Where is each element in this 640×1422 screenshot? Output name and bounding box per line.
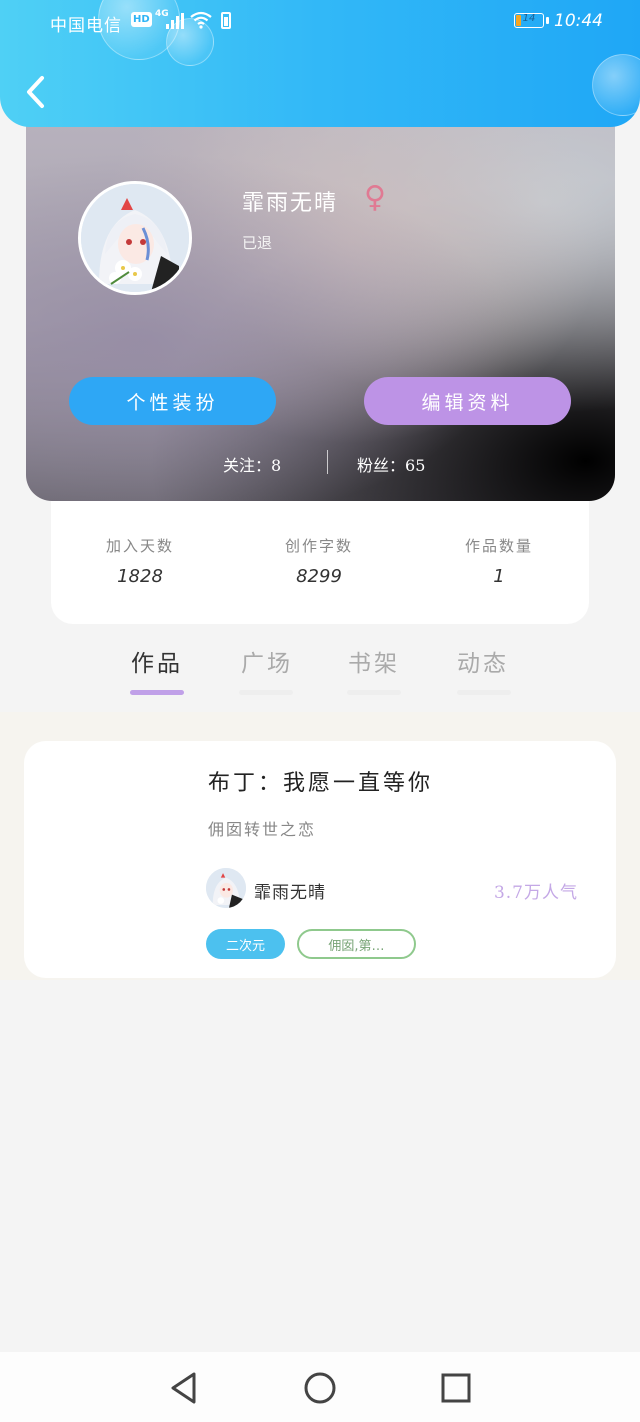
stat-label: 创作字数 xyxy=(284,537,353,555)
stat-join-days: 加入天数 1828 xyxy=(50,535,230,587)
tab-square[interactable]: 广场 xyxy=(227,644,307,678)
work-title[interactable]: 布丁：我愿一直等你 xyxy=(208,765,433,797)
stat-label: 加入天数 xyxy=(105,537,174,555)
wifi-icon xyxy=(190,11,212,29)
stat-value: 8299 xyxy=(296,566,342,587)
author-avatar[interactable] xyxy=(206,868,246,908)
stat-label: 作品数量 xyxy=(464,537,533,555)
tab-works[interactable]: 作品 xyxy=(117,644,197,678)
author-name: 霏雨无晴 xyxy=(254,883,326,903)
fans-value: 65 xyxy=(405,456,426,475)
edit-profile-button[interactable]: 编辑资料 xyxy=(364,377,571,425)
battery-saver-icon xyxy=(221,12,231,29)
female-gender-icon: ♀ xyxy=(364,180,386,215)
popularity-count: 3.7万人气 xyxy=(493,883,578,903)
genre-tag[interactable]: 二次元 xyxy=(206,929,285,959)
following-label: 关注： xyxy=(223,456,272,475)
status-bar: 中国电信 HD 4G 14 10:44 xyxy=(0,0,640,44)
tab-indicator xyxy=(457,690,511,695)
home-circle-icon[interactable] xyxy=(302,1370,338,1406)
tab-bar xyxy=(0,624,640,712)
decor-bubble xyxy=(592,54,640,116)
profile-card: 霏雨无晴 ♀ 已退 个性装扮 编辑资料 关注：8 粉丝：65 xyxy=(26,100,615,501)
battery-cap xyxy=(546,17,549,24)
tab-indicator xyxy=(347,690,401,695)
keyword-tag[interactable]: 佣囡,第… xyxy=(297,929,416,959)
app-header: 中国电信 HD 4G 14 10:44 xyxy=(0,0,640,127)
stat-word-count: 创作字数 8299 xyxy=(229,535,409,587)
tab-activity[interactable]: 动态 xyxy=(443,644,523,678)
user-status: 已退 xyxy=(242,234,273,252)
tab-indicator xyxy=(130,690,184,695)
fans-count[interactable]: 粉丝：65 xyxy=(357,452,425,476)
clock: 10:44 xyxy=(554,11,603,31)
back-triangle-icon[interactable] xyxy=(166,1370,202,1406)
tab-indicator xyxy=(239,690,293,695)
hd-icon: HD xyxy=(131,12,152,27)
work-card[interactable]: 布丁：我愿一直等你 佣囡转世之恋 霏雨无晴 3.7万人气 二次元 佣囡,第… xyxy=(24,741,616,978)
stats-card: 加入天数 1828 创作字数 8299 作品数量 1 xyxy=(51,501,589,624)
following-value: 8 xyxy=(271,456,282,475)
carrier-name: 中国电信 xyxy=(50,16,122,36)
following-count[interactable]: 关注：8 xyxy=(223,452,281,476)
chevron-left-icon[interactable] xyxy=(22,74,52,110)
follow-divider xyxy=(327,450,328,474)
avatar[interactable] xyxy=(78,181,192,295)
customize-button[interactable]: 个性装扮 xyxy=(69,377,276,425)
stat-works-count: 作品数量 1 xyxy=(409,535,589,587)
stat-value: 1 xyxy=(493,566,505,587)
recents-square-icon[interactable] xyxy=(438,1370,474,1406)
tab-bookshelf[interactable]: 书架 xyxy=(334,644,414,678)
username: 霏雨无晴 xyxy=(242,191,339,216)
work-description: 佣囡转世之恋 xyxy=(208,820,317,839)
signal-icon xyxy=(166,13,186,29)
stat-value: 1828 xyxy=(117,566,163,587)
battery-level: 14 xyxy=(522,13,536,24)
system-nav-bar xyxy=(0,1352,640,1422)
fans-label: 粉丝： xyxy=(357,456,406,475)
battery-icon: 14 xyxy=(514,13,544,28)
